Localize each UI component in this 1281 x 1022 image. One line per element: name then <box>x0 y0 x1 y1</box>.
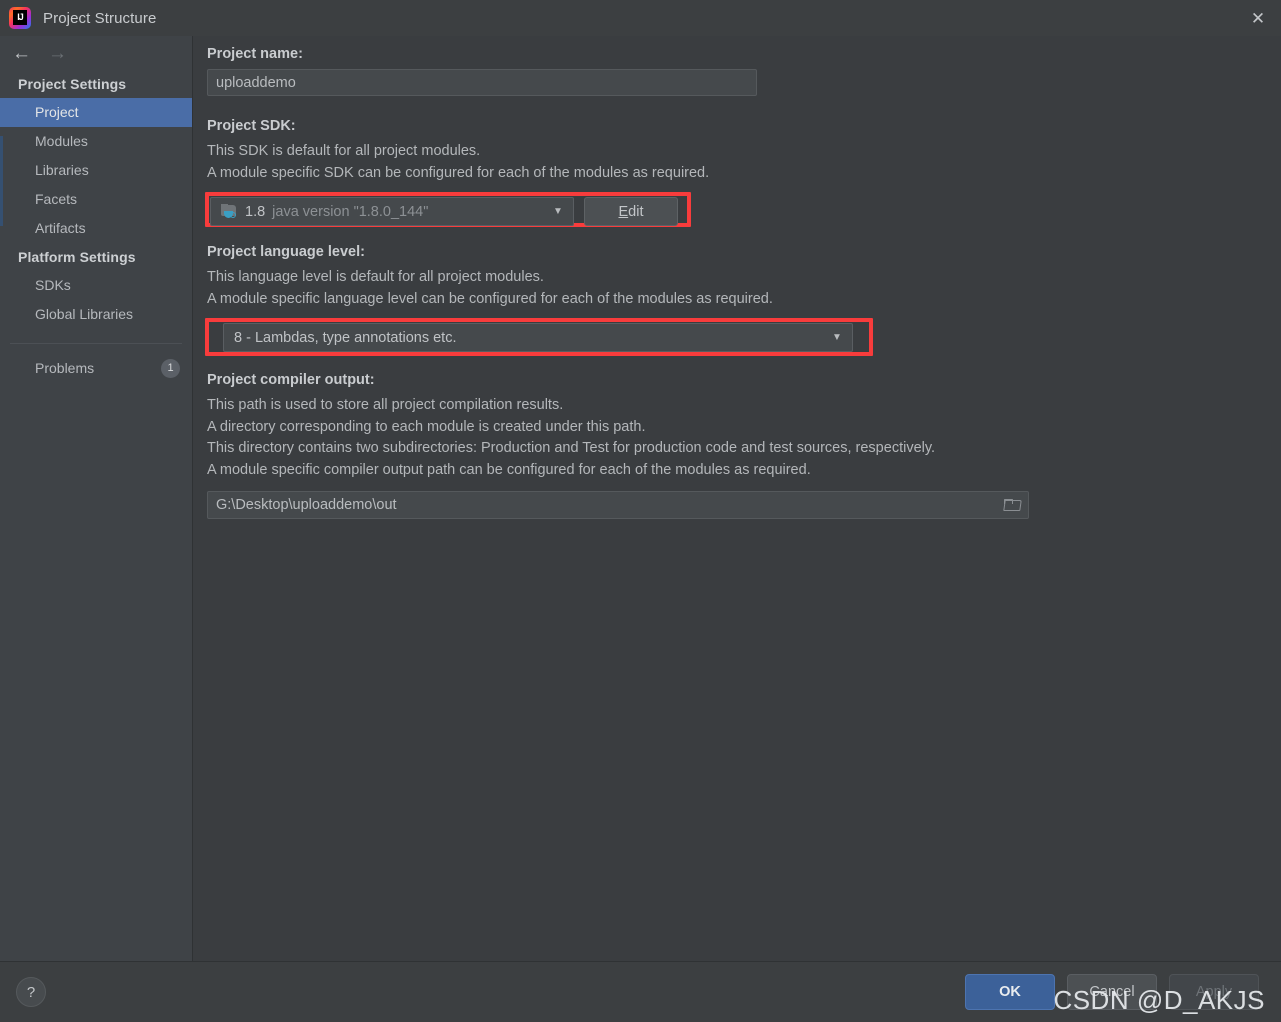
compiler-output-section: Project compiler output: This path is us… <box>207 372 1261 519</box>
sidebar-item-label: Problems <box>35 360 95 376</box>
ok-button[interactable]: OK <box>965 974 1055 1010</box>
project-name-input[interactable]: uploaddemo <box>207 69 757 96</box>
sidebar-item-label: Global Libraries <box>35 306 134 322</box>
window-title: Project Structure <box>43 9 157 27</box>
sidebar-item-artifacts[interactable]: Artifacts <box>0 214 192 243</box>
project-name-value: uploaddemo <box>216 74 296 91</box>
sidebar-item-facets[interactable]: Facets <box>0 185 192 214</box>
sidebar-item-sdks[interactable]: SDKs <box>0 271 192 300</box>
sidebar-item-label: SDKs <box>35 277 71 293</box>
sidebar-group-platform-settings: Platform Settings <box>18 249 136 265</box>
project-name-label: Project name: <box>207 46 303 62</box>
project-sdk-section: Project SDK: This SDK is default for all… <box>205 118 1261 230</box>
intellij-idea-logo-icon: IJ <box>9 7 31 29</box>
sidebar-item-modules[interactable]: Modules <box>0 127 192 156</box>
edit-sdk-button[interactable]: Edit <box>584 197 678 226</box>
arrow-right-icon[interactable]: → <box>48 44 67 63</box>
navigation-arrows: ← → <box>0 36 192 70</box>
compiler-output-path-value: G:\Desktop\uploaddemo\out <box>216 497 397 513</box>
sidebar-item-libraries[interactable]: Libraries <box>0 156 192 185</box>
compiler-output-desc-1: This path is used to store all project c… <box>207 397 564 413</box>
help-button[interactable]: ? <box>16 977 46 1007</box>
sidebar-item-global-libraries[interactable]: Global Libraries <box>0 300 192 329</box>
apply-button: Apply <box>1169 974 1259 1010</box>
language-level-section: Project language level: This language le… <box>205 244 1261 358</box>
project-sdk-combo[interactable]: 1.8 java version "1.8.0_144" ▼ <box>210 197 574 226</box>
java-sdk-icon <box>221 203 238 219</box>
project-sdk-name: 1.8 <box>245 203 266 220</box>
chevron-down-icon[interactable]: ▼ <box>543 206 573 217</box>
compiler-output-path-input[interactable]: G:\Desktop\uploaddemo\out <box>207 491 1029 519</box>
language-level-label: Project language level: <box>207 244 365 260</box>
language-level-desc-1: This language level is default for all p… <box>207 269 544 285</box>
project-sdk-desc-1: This SDK is default for all project modu… <box>207 143 481 159</box>
edit-button-rest: dit <box>628 203 644 220</box>
sidebar-item-label: Artifacts <box>35 220 86 236</box>
project-structure-dialog: IJ Project Structure ✕ ← → Project Setti… <box>0 0 1281 1022</box>
chevron-down-icon[interactable]: ▼ <box>822 332 852 343</box>
project-sdk-desc-2: A module specific SDK can be configured … <box>207 164 710 181</box>
sidebar-item-project[interactable]: Project <box>0 98 192 127</box>
edit-button-mnemonic: E <box>618 203 629 220</box>
sidebar-item-label: Modules <box>35 133 88 149</box>
project-settings-panel: Project name: uploaddemo Project SDK: Th… <box>193 36 1281 961</box>
sidebar-item-label: Libraries <box>35 162 89 178</box>
compiler-output-label: Project compiler output: <box>207 372 375 388</box>
sidebar-item-label: Facets <box>35 191 78 207</box>
project-sdk-label: Project SDK: <box>207 118 296 134</box>
language-level-desc-2: A module specific language level can be … <box>207 290 773 307</box>
project-sdk-detail: java version "1.8.0_144" <box>272 203 429 220</box>
language-level-combo[interactable]: 8 - Lambdas, type annotations etc. ▼ <box>223 323 853 352</box>
cancel-button[interactable]: Cancel <box>1067 974 1157 1010</box>
arrow-left-icon[interactable]: ← <box>12 44 31 63</box>
compiler-output-desc-3: This directory contains two subdirectori… <box>207 440 936 456</box>
title-bar: IJ Project Structure ✕ <box>0 0 1281 36</box>
problems-count-badge: 1 <box>161 359 180 378</box>
close-icon[interactable]: ✕ <box>1235 0 1281 36</box>
sidebar-item-label: Project <box>35 104 79 120</box>
sidebar-item-problems[interactable]: Problems 1 <box>0 354 192 383</box>
folder-browse-icon[interactable] <box>994 499 1028 511</box>
dialog-footer: ? OK Cancel Apply CSDN @D_AKJS <box>0 961 1281 1022</box>
dialog-body: ← → Project Settings Project Modules Lib… <box>0 36 1281 961</box>
language-level-value: 8 - Lambdas, type annotations etc. <box>234 329 457 346</box>
project-name-section: Project name: uploaddemo <box>207 46 1261 96</box>
sidebar-divider <box>10 343 182 344</box>
compiler-output-desc-2: A directory corresponding to each module… <box>207 418 646 435</box>
settings-sidebar: ← → Project Settings Project Modules Lib… <box>0 36 193 961</box>
sidebar-group-project-settings: Project Settings <box>18 76 127 92</box>
compiler-output-desc-4: A module specific compiler output path c… <box>207 461 811 478</box>
